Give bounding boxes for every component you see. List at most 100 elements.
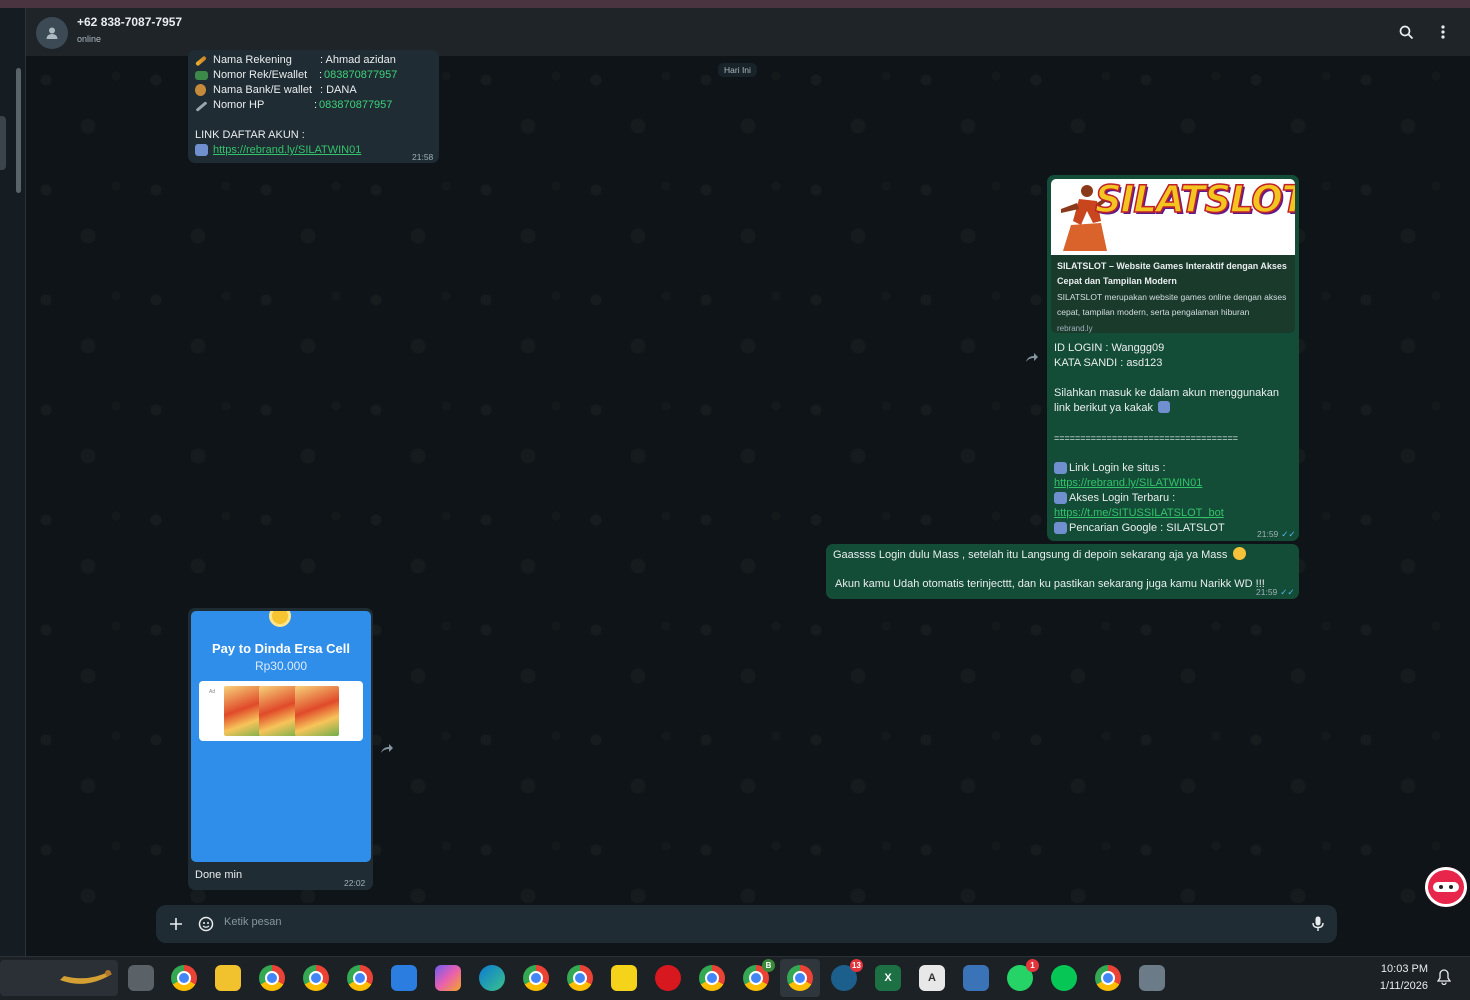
chat-header[interactable]: +62 838-7087-7957 online bbox=[26, 8, 1470, 56]
message-time: 22:02 bbox=[344, 878, 366, 888]
ad-image bbox=[295, 686, 339, 736]
link-row: https://rebrand.ly/SILATWIN01 bbox=[195, 143, 435, 158]
preview-description: SILATSLOT merupakan website games online… bbox=[1057, 292, 1287, 317]
chrome-profile-icon[interactable] bbox=[567, 965, 593, 991]
text-editor-icon[interactable]: A bbox=[919, 965, 945, 991]
notification-bell-icon[interactable] bbox=[1436, 969, 1452, 986]
taskbar: B 13 X A 1 10:03 PM 1/11/2026 bbox=[0, 956, 1470, 1000]
chrome-profile-icon[interactable] bbox=[523, 965, 549, 991]
row-value-prefix: : bbox=[319, 69, 323, 81]
message-time: 21:59 bbox=[1257, 529, 1279, 539]
sticky-notes-icon[interactable] bbox=[611, 965, 637, 991]
play-icon bbox=[1054, 492, 1067, 504]
chrome-profile-icon[interactable] bbox=[347, 965, 373, 991]
message-composer[interactable]: Ketik pesan bbox=[156, 905, 1337, 943]
access-label-row: Akses Login Terbaru : bbox=[1054, 491, 1296, 506]
id-login-text: ID LOGIN : Wanggg09 bbox=[1054, 342, 1165, 354]
opera-icon[interactable] bbox=[655, 965, 681, 991]
smiling-hearts-emoji-icon bbox=[1233, 547, 1247, 560]
calculator-icon[interactable] bbox=[1139, 965, 1165, 991]
account-row: Nama Bank/E wallet : DANA bbox=[195, 83, 435, 98]
ad-banner[interactable]: Ad bbox=[199, 681, 363, 741]
image-caption: Done min bbox=[195, 869, 243, 881]
message-time: 21:59 bbox=[1256, 587, 1278, 597]
contact-avatar[interactable] bbox=[36, 17, 68, 49]
arrow-right-icon bbox=[195, 144, 208, 156]
message-line: Gaassss Login dulu Mass , setelah itu La… bbox=[833, 549, 1228, 561]
login-url[interactable]: https://rebrand.ly/SILATWIN01 bbox=[1054, 477, 1202, 489]
phone-number-link[interactable]: 083870877957 bbox=[319, 98, 392, 113]
plus-icon[interactable] bbox=[165, 913, 187, 935]
rail-notch bbox=[0, 116, 6, 170]
forward-icon[interactable] bbox=[376, 738, 398, 760]
login-link: https://rebrand.ly/SILATWIN01 bbox=[1054, 476, 1296, 491]
separator-line: =================================== bbox=[1054, 433, 1238, 443]
microsoft-store-icon[interactable] bbox=[391, 965, 417, 991]
file-explorer-icon[interactable] bbox=[215, 965, 241, 991]
rail-scrollbar[interactable] bbox=[16, 68, 21, 193]
copilot-icon[interactable] bbox=[435, 965, 461, 991]
editor-letter: A bbox=[928, 972, 936, 984]
pay-title: Pay to Dinda Ersa Cell bbox=[212, 641, 350, 656]
account-number-link[interactable]: 083870877957 bbox=[324, 68, 397, 83]
row-label: Nama Bank/E wallet bbox=[213, 84, 313, 96]
message-input[interactable]: Ketik pesan bbox=[224, 916, 281, 928]
row-value: : DANA bbox=[320, 84, 357, 96]
search-icon[interactable] bbox=[1395, 21, 1417, 43]
preview-title[interactable]: SILATSLOT – Website Games Interaktif den… bbox=[1057, 259, 1291, 289]
window-top-strip bbox=[0, 0, 1470, 8]
login-label: Link Login ke situs : bbox=[1069, 462, 1166, 474]
link-preview[interactable]: SILATSLOT SILATSLOT – Website Games Inte… bbox=[1051, 179, 1295, 333]
dragon-boat-icon bbox=[60, 970, 112, 984]
read-ticks-icon: ✓✓ bbox=[1281, 529, 1296, 539]
money-bag-icon bbox=[195, 84, 206, 96]
excel-icon[interactable]: X bbox=[875, 965, 901, 991]
contact-name[interactable]: +62 838-7087-7957 bbox=[77, 15, 182, 29]
chrome-profile-icon[interactable] bbox=[259, 965, 285, 991]
chrome-active-icon[interactable] bbox=[787, 965, 813, 991]
down-arrow-icon bbox=[1158, 401, 1171, 413]
row-value: : Ahmad azidan bbox=[320, 54, 396, 66]
preview-image: SILATSLOT bbox=[1051, 179, 1295, 255]
chrome-profile-icon[interactable] bbox=[303, 965, 329, 991]
teams-icon[interactable]: 13 bbox=[831, 959, 863, 991]
password-text: KATA SANDI : asd123 bbox=[1054, 357, 1163, 369]
ninja-face-icon bbox=[1433, 882, 1459, 892]
mail-tray-icon[interactable] bbox=[963, 965, 989, 991]
ad-label: Ad bbox=[209, 689, 216, 695]
register-link[interactable]: https://rebrand.ly/SILATWIN01 bbox=[213, 143, 361, 158]
edge-icon[interactable] bbox=[479, 965, 505, 991]
message-bubble-outgoing[interactable]: SILATSLOT SILATSLOT – Website Games Inte… bbox=[1047, 175, 1299, 541]
person-icon bbox=[46, 27, 58, 39]
play-icon bbox=[1054, 462, 1067, 474]
clock-date[interactable]: 1/11/2026 bbox=[1366, 980, 1428, 992]
telegram-url[interactable]: https://t.me/SITUSSILATSLOT_bot bbox=[1054, 507, 1224, 519]
access-label: Akses Login Terbaru : bbox=[1069, 492, 1176, 504]
message-bubble-incoming[interactable]: Nama Rekening : Ahmad azidan Nomor Rek/E… bbox=[188, 50, 439, 163]
payment-image[interactable]: Pay to Dinda Ersa Cell Rp30.000 Ad bbox=[191, 611, 371, 862]
forward-icon[interactable] bbox=[1021, 347, 1043, 369]
message-time: 21:58 bbox=[412, 152, 434, 162]
chrome-profile-icon[interactable] bbox=[1095, 965, 1121, 991]
instruction-row: Silahkan masuk ke dalam akun menggunakan… bbox=[1054, 386, 1296, 416]
chrome-icon[interactable] bbox=[171, 965, 197, 991]
silatslot-logo: SILATSLOT bbox=[1094, 179, 1295, 221]
microphone-icon[interactable] bbox=[1307, 913, 1329, 935]
taskbar-widget[interactable] bbox=[0, 960, 118, 996]
message-line: Akun kamu Udah otomatis terinjecttt, dan… bbox=[835, 578, 1265, 590]
row-value-prefix: : bbox=[314, 99, 318, 111]
whatsapp-icon[interactable]: 1 bbox=[1007, 959, 1039, 991]
message-bubble-incoming[interactable]: Pay to Dinda Ersa Cell Rp30.000 Ad Done … bbox=[188, 608, 373, 890]
menu-kebab-icon[interactable] bbox=[1432, 21, 1454, 43]
left-rail bbox=[0, 8, 26, 956]
task-view-icon[interactable] bbox=[128, 965, 154, 991]
ninja-bot-button[interactable] bbox=[1425, 867, 1467, 907]
line-app-icon[interactable] bbox=[1051, 965, 1077, 991]
emoji-sticker-icon[interactable] bbox=[195, 913, 217, 935]
clock-time[interactable]: 10:03 PM bbox=[1372, 963, 1428, 975]
message-bubble-outgoing[interactable]: Gaassss Login dulu Mass , setelah itu La… bbox=[826, 544, 1299, 599]
chrome-profile-icon[interactable] bbox=[699, 965, 725, 991]
chrome-profile-icon[interactable]: B bbox=[743, 959, 775, 991]
coin-icon bbox=[269, 611, 291, 627]
link-heading: LINK DAFTAR AKUN : bbox=[195, 129, 305, 141]
